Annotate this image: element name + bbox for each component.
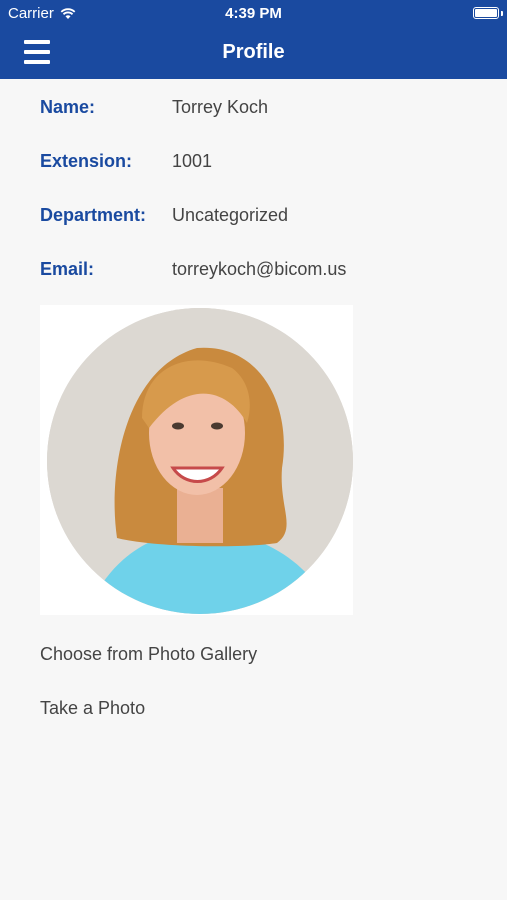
extension-label: Extension: <box>40 151 133 171</box>
battery-tip <box>501 11 503 16</box>
department-value: Uncategorized <box>172 205 289 225</box>
profile-photo[interactable] <box>47 308 353 614</box>
battery-icon <box>473 7 499 19</box>
extension-value: 1001 <box>172 151 213 171</box>
profile-photo-frame <box>40 305 353 615</box>
battery-level <box>475 9 497 17</box>
nav-bar: Profile <box>0 28 507 79</box>
name-value: Torrey Koch <box>172 97 269 117</box>
status-time: 4:39 PM <box>225 5 282 22</box>
status-bar: Carrier 4:39 PM <box>0 0 507 28</box>
name-label: Name: <box>40 97 96 117</box>
page-title: Profile <box>222 41 285 63</box>
email-label: Email: <box>40 259 95 279</box>
choose-from-gallery-button[interactable]: Choose from Photo Gallery <box>40 644 257 665</box>
take-photo-button[interactable]: Take a Photo <box>40 698 145 719</box>
department-label: Department: <box>40 205 147 225</box>
avatar <box>47 308 353 614</box>
email-value: torreykoch@bicom.us <box>172 259 347 279</box>
